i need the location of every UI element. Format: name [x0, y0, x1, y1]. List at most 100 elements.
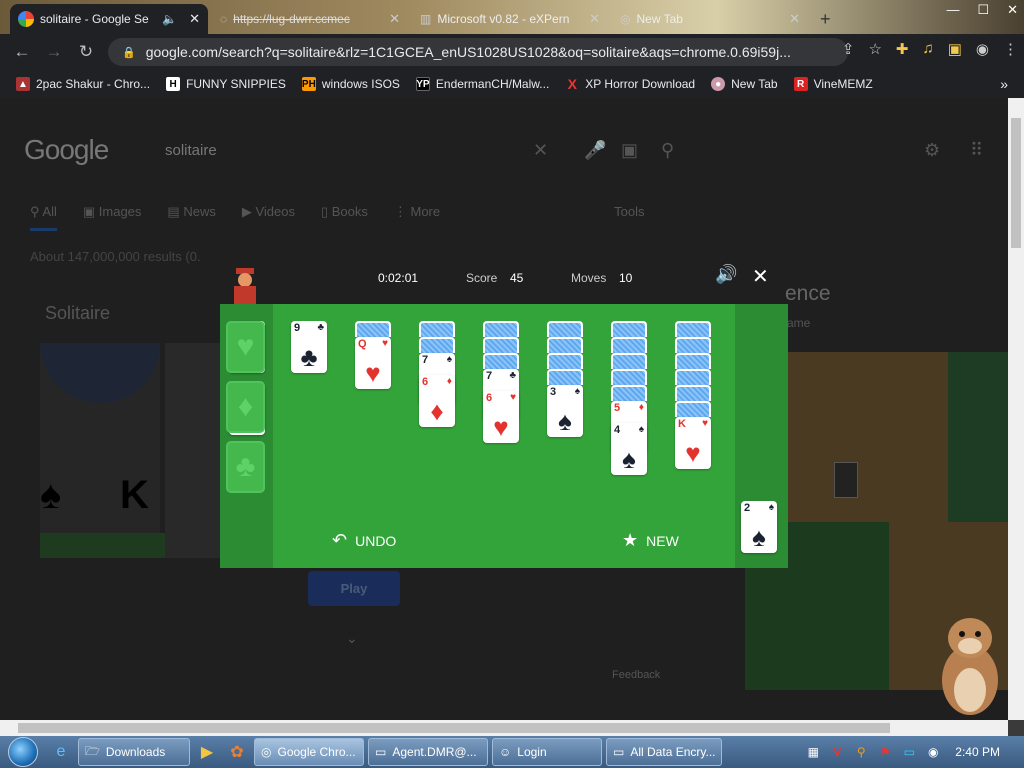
tableau-card[interactable]: 6 ♦ ♦ [419, 375, 455, 427]
address-bar[interactable]: 🔒 google.com/search?q=solitaire&rlz=1C1G… [108, 38, 848, 66]
tableau-card[interactable]: 4 ♠ ♠ [611, 423, 647, 475]
clock[interactable]: 2:40 PM [955, 745, 1000, 759]
start-button[interactable] [0, 736, 46, 768]
tab-2[interactable]: ◌ https://lug-dwrr.ccmec ✕ [212, 4, 408, 34]
maximize-icon[interactable]: ☐ [977, 2, 989, 18]
screenshot-thumb-2[interactable] [948, 352, 1008, 522]
bookmark-star-icon[interactable]: ☆ [868, 40, 881, 58]
screenshot-thumb-1[interactable] [788, 352, 948, 522]
bookmarks-overflow[interactable]: » [992, 76, 1016, 92]
sound-icon[interactable]: 🔊 [715, 264, 737, 285]
bookmark-endermanch[interactable]: YP EndermanCH/Malw... [408, 77, 557, 91]
search-input[interactable]: solitaire [165, 142, 217, 159]
vertical-scrollbar[interactable] [1008, 98, 1024, 720]
tab-title: New Tab [636, 12, 683, 26]
bookmark-label: XP Horror Download [585, 77, 696, 91]
foundation-spades-card[interactable]: 2 ♠ ♠ [741, 501, 777, 553]
scroll-thumb[interactable] [18, 723, 890, 733]
tray-search-icon[interactable]: ⚲ [853, 744, 869, 760]
tableau-card[interactable]: Q ♥ ♥ [355, 337, 391, 389]
media-icon[interactable]: ♫ [922, 40, 933, 58]
sidepanel-icon[interactable]: ▣ [948, 40, 962, 58]
club-icon: ♣ [235, 450, 256, 483]
close-tab-icon[interactable]: ✕ [789, 11, 800, 27]
bookmark-xp-horror[interactable]: X XP Horror Download [557, 76, 703, 92]
settings-icon[interactable]: ⚙ [924, 140, 940, 161]
undo-button[interactable]: ↶ UNDO [332, 530, 396, 551]
share-icon[interactable]: ⇪ [842, 40, 855, 58]
scroll-thumb[interactable] [1011, 118, 1021, 248]
chevron-down-icon[interactable]: ⌄ [346, 630, 358, 647]
tableau-card[interactable]: 6 ♥ ♥ [483, 391, 519, 443]
minimize-icon[interactable]: — [946, 2, 959, 18]
new-tab-button[interactable]: + [812, 4, 842, 34]
tab-all[interactable]: ⚲ All [30, 204, 57, 231]
menu-icon[interactable]: ⋮ [1003, 40, 1018, 58]
taskbar-item-chrome[interactable]: ◎ Google Chro... [254, 738, 364, 766]
solitaire-art-2 [165, 343, 220, 558]
tray-v-icon[interactable]: V [829, 744, 845, 760]
forward-icon[interactable]: → [38, 42, 70, 62]
tab-books[interactable]: ▯ Books [321, 204, 368, 231]
apps-grid-icon[interactable]: ⠿ [970, 140, 983, 161]
bookmark-funny-snippies[interactable]: H FUNNY SNIPPIES [158, 77, 294, 91]
reload-icon[interactable]: ↻ [70, 42, 102, 62]
taskbar-item-login[interactable]: ☺ Login [492, 738, 602, 766]
r-icon: R [793, 77, 808, 91]
clear-search-icon[interactable]: ✕ [533, 140, 548, 161]
tab-images[interactable]: ▣ Images [83, 204, 142, 231]
taskbar-item-agent[interactable]: ▭ Agent.DMR@... [368, 738, 488, 766]
tray-flag-icon[interactable]: ⚑ [877, 744, 893, 760]
tray-app-icon[interactable]: ▦ [805, 744, 821, 760]
camera-icon[interactable]: ▣ [621, 140, 638, 161]
bookmark-label: VineMEMZ [813, 77, 873, 91]
profile-icon[interactable]: ◉ [976, 40, 989, 58]
taskbar-item-encrypt[interactable]: ▭ All Data Encry... [606, 738, 722, 766]
face-down-card [611, 369, 647, 385]
search-icon[interactable]: ⚲ [661, 140, 674, 161]
paint-icon[interactable]: ✿ [222, 742, 252, 762]
close-tab-icon[interactable]: ✕ [389, 11, 400, 27]
tab-3[interactable]: ▥ Microsoft v0.82 - eXPern ✕ [412, 4, 608, 34]
foundation-clubs[interactable]: ♣ [226, 441, 265, 493]
solitaire-art: ♠ K [40, 343, 220, 558]
tools-button[interactable]: Tools [614, 204, 644, 231]
face-down-card [483, 321, 519, 337]
microphone-icon[interactable]: 🎤 [584, 140, 606, 161]
media-player-icon[interactable]: ▶ [192, 742, 222, 762]
foundation-hearts[interactable]: ♥ [226, 321, 265, 373]
tab-news[interactable]: ▤ News [167, 204, 215, 231]
tableau-card[interactable]: 3 ♠ ♠ [547, 385, 583, 437]
google-logo[interactable]: Google [24, 134, 109, 166]
tab-videos[interactable]: ▶ Videos [242, 204, 295, 231]
extensions-icon[interactable]: ✚ [896, 40, 909, 58]
bookmark-2pac[interactable]: ▲ 2pac Shakur - Chro... [8, 77, 158, 91]
new-game-button[interactable]: ★ NEW [622, 530, 679, 551]
taskbar-item-downloads[interactable]: 🗁 Downloads [78, 738, 190, 766]
tab-more[interactable]: ⋮ More [394, 204, 440, 231]
bookmark-vinememz[interactable]: R VineMEMZ [786, 77, 881, 91]
tableau-card[interactable]: 9 ♣ ♣ [291, 321, 327, 373]
close-tab-icon[interactable]: ✕ [189, 11, 200, 27]
horizontal-scrollbar[interactable] [0, 720, 1008, 736]
close-window-icon[interactable]: ✕ [1007, 2, 1018, 18]
tableau-card[interactable]: K ♥ ♥ [675, 417, 711, 469]
undo-label: UNDO [355, 532, 397, 549]
close-tab-icon[interactable]: ✕ [589, 11, 600, 27]
tray-volume-icon[interactable]: ◉ [925, 744, 941, 760]
tab-solitaire[interactable]: solitaire - Google Se 🔈 ✕ [10, 4, 208, 34]
foundation-diamonds[interactable]: ♦ [226, 381, 265, 433]
ie-icon[interactable]: e [46, 743, 76, 761]
card-suit: ♥ [510, 392, 516, 403]
close-game-icon[interactable]: ✕ [752, 264, 769, 289]
tab-title: https://lug-dwrr.ccmec [233, 12, 350, 26]
back-icon[interactable]: ← [6, 42, 38, 62]
globe-icon: ◌ [220, 12, 228, 26]
feedback-link[interactable]: Feedback [612, 669, 660, 681]
bookmark-windows-isos[interactable]: PH windows ISOS [294, 77, 408, 91]
bookmark-new-tab[interactable]: ● New Tab [703, 77, 785, 91]
tray-monitor-icon[interactable]: ▭ [901, 744, 917, 760]
bookmark-label: windows ISOS [321, 77, 400, 91]
tab-4[interactable]: ◎ New Tab ✕ [612, 4, 808, 34]
play-button[interactable]: Play [308, 571, 400, 606]
